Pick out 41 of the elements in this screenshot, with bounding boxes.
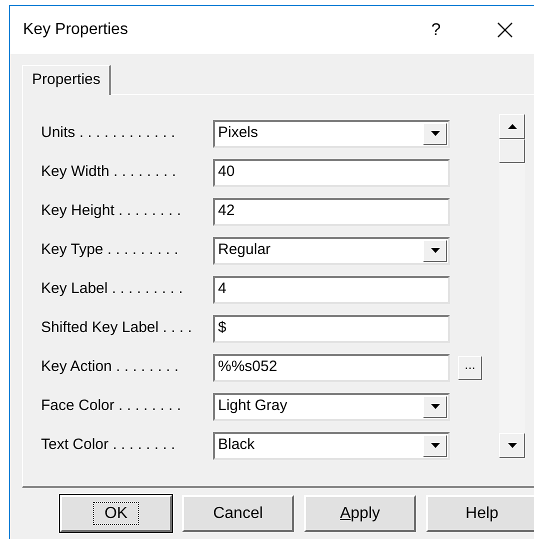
dropdown-button[interactable] — [423, 396, 447, 418]
field-label: Shifted Key Label . . . . — [41, 318, 193, 338]
scroll-up-button[interactable] — [499, 114, 525, 139]
field-label: Key Width . . . . . . . . — [41, 162, 178, 182]
caret-icon — [430, 443, 440, 448]
help-button[interactable]: ? — [421, 17, 451, 43]
window-title: Key Properties — [23, 20, 129, 40]
field-label: Key Height . . . . . . . . — [41, 201, 182, 222]
tab[interactable]: Properties — [22, 65, 112, 95]
field-label: Key Action . . . . . . . . — [41, 357, 180, 378]
input-field[interactable]: %%s052 — [213, 354, 450, 382]
dropdown[interactable]: Light Gray — [213, 392, 450, 420]
input-field[interactable]: 40 — [213, 158, 450, 186]
scroll-down-button[interactable] — [499, 433, 525, 458]
dropdown[interactable]: Regular — [213, 236, 450, 264]
caret-icon — [430, 248, 440, 253]
dialog-button[interactable]: Cancel — [182, 495, 294, 532]
dialog-button[interactable]: OK — [60, 495, 172, 532]
dropdown-button[interactable] — [423, 240, 447, 262]
field-label: Units . . . . . . . . . . . . — [41, 123, 176, 144]
scroll-thumb[interactable] — [499, 139, 525, 163]
scrollbar[interactable] — [499, 114, 525, 458]
input-field[interactable]: 42 — [213, 198, 450, 226]
dropdown[interactable]: Pixels — [213, 120, 450, 148]
dialog-button[interactable]: Help — [426, 495, 534, 532]
dropdown[interactable]: Black — [213, 432, 450, 460]
up-arrow-icon — [508, 124, 516, 129]
field-label: Face Color . . . . . . . . — [41, 396, 182, 416]
dropdown-button[interactable] — [423, 122, 447, 144]
dropdown-button[interactable] — [423, 434, 447, 456]
caret-icon — [508, 443, 516, 448]
caret-icon — [430, 131, 440, 136]
field-label: Key Label . . . . . . . . . — [41, 279, 184, 300]
input-field[interactable]: $ — [213, 314, 450, 342]
input-field[interactable]: 4 — [213, 276, 450, 304]
dialog-button[interactable]: Apply — [304, 495, 416, 532]
field-label: Text Color . . . . . . . . — [41, 435, 176, 456]
browse-button[interactable]: ... — [458, 356, 482, 380]
close-icon — [497, 22, 513, 38]
caret-icon — [430, 404, 440, 409]
field-label: Key Type . . . . . . . . . — [41, 240, 180, 260]
